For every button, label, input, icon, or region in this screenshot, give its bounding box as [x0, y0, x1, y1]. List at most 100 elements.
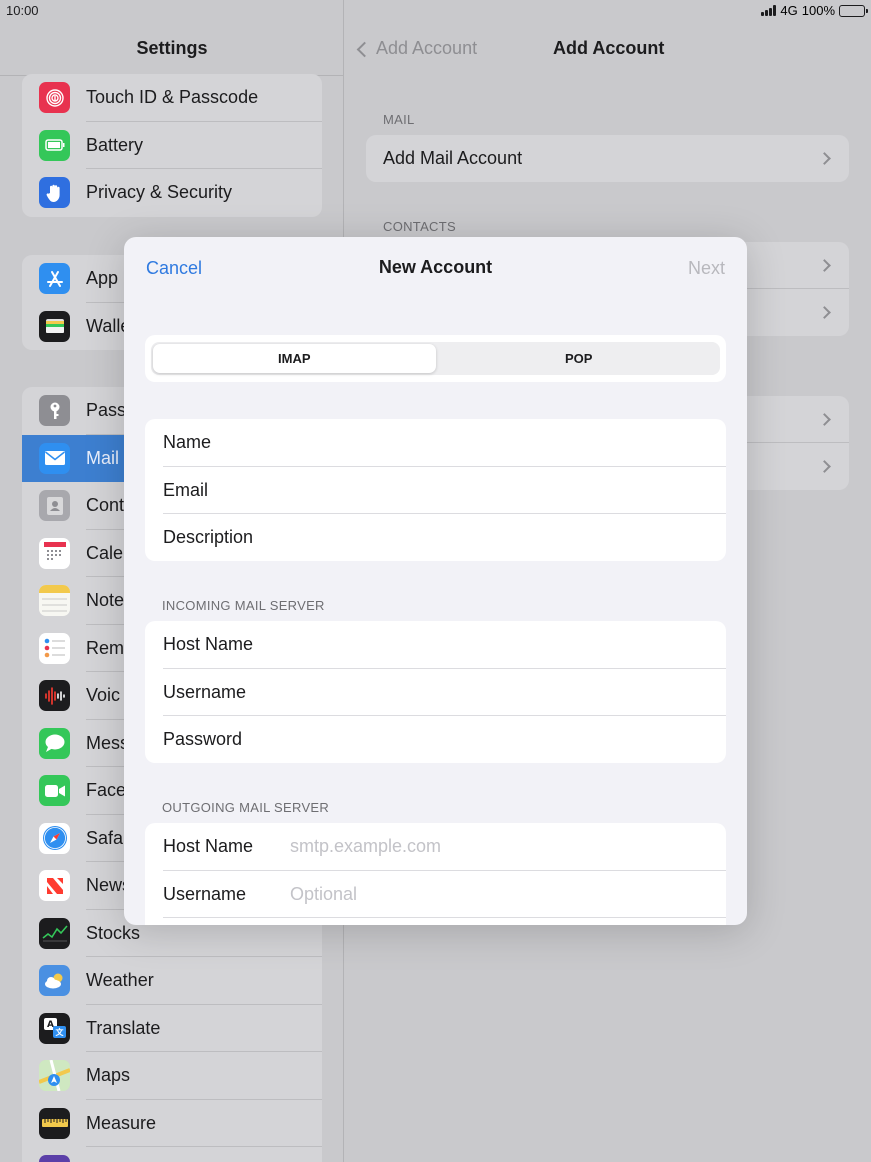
calendar-icon — [39, 537, 70, 569]
key-icon — [39, 395, 70, 426]
sidebar-item-translate[interactable]: A文 Translate — [22, 1005, 322, 1052]
incoming-password-label: Password — [163, 729, 243, 750]
battery-percent: 100% — [801, 3, 835, 18]
sheet-title: New Account — [378, 257, 493, 277]
incoming-username-row[interactable]: Username — [145, 669, 726, 716]
account-info-group: Name Email Description — [145, 419, 726, 561]
sidebar-item-label: Battery — [86, 134, 144, 155]
incoming-password-row[interactable]: Password — [145, 716, 726, 763]
description-field-label: Description — [163, 527, 254, 548]
sidebar-item-label: Weather — [86, 970, 154, 991]
mail-group: Add Mail Account — [366, 135, 849, 182]
outgoing-username-row: Username — [145, 871, 726, 918]
sidebar-item-label: Face — [86, 780, 127, 801]
messages-icon — [39, 727, 70, 759]
sidebar-item-partial[interactable] — [22, 1147, 322, 1162]
next-button[interactable]: Next — [688, 258, 725, 279]
email-field-row[interactable]: Email — [145, 467, 726, 514]
sidebar-item-touch-id[interactable]: Touch ID & Passcode — [22, 74, 322, 122]
outgoing-username-input[interactable] — [290, 883, 708, 905]
wallet-icon — [39, 310, 70, 342]
account-type-segment-container: IMAP POP — [145, 335, 726, 382]
add-mail-account-row[interactable]: Add Mail Account — [366, 135, 849, 182]
svg-text:A: A — [47, 1020, 54, 1030]
sidebar-item-label: Measure — [86, 1112, 157, 1133]
sidebar-item-label: Translate — [86, 1017, 161, 1038]
email-field-label: Email — [163, 479, 209, 500]
measure-icon — [39, 1107, 70, 1139]
name-field-row[interactable]: Name — [145, 419, 726, 467]
sidebar-item-label: Safa — [86, 827, 124, 848]
sidebar-item-battery[interactable]: Battery — [22, 122, 322, 169]
sidebar-item-label: Touch ID & Passcode — [86, 87, 259, 108]
sidebar-item-label: Cont — [86, 495, 125, 516]
network-label: 4G — [780, 3, 798, 18]
sidebar-item-label: Stocks — [86, 922, 141, 943]
battery-icon — [39, 129, 70, 161]
back-button[interactable]: Add Account — [356, 38, 478, 59]
segment-imap[interactable]: IMAP — [153, 344, 436, 373]
app-icon — [39, 1155, 70, 1162]
translate-icon: A文 — [39, 1012, 70, 1044]
account-type-segmented-control: IMAP POP — [151, 342, 720, 375]
stocks-icon — [39, 917, 70, 949]
name-field-label: Name — [163, 432, 212, 453]
incoming-server-group: Host Name Username Password — [145, 621, 726, 763]
back-button-label: Add Account — [376, 38, 478, 58]
incoming-username-label: Username — [163, 681, 247, 702]
news-icon — [39, 870, 70, 901]
mail-icon — [39, 442, 70, 474]
sidebar-item-label: Note — [86, 590, 125, 611]
new-account-sheet: New Account Cancel Next IMAP POP Name Em… — [124, 237, 747, 925]
sidebar-item-label: Cale — [86, 542, 124, 563]
section-header-incoming: INCOMING MAIL SERVER — [162, 598, 325, 613]
sidebar-item-label: Voic — [86, 685, 121, 706]
outgoing-host-input[interactable] — [290, 836, 708, 858]
chevron-right-icon — [818, 413, 831, 426]
outgoing-host-row: Host Name — [145, 823, 726, 871]
sidebar-item-label: Rem — [86, 637, 125, 658]
sidebar-item-measure[interactable]: Measure — [22, 1100, 322, 1147]
maps-icon — [39, 1060, 70, 1091]
section-header-contacts: CONTACTS — [383, 219, 456, 234]
sidebar-item-label: Pass — [86, 400, 127, 421]
sidebar-item-label: Privacy & Security — [86, 182, 233, 203]
svg-text:文: 文 — [55, 1027, 64, 1037]
sidebar-item-maps[interactable]: Maps — [22, 1052, 322, 1100]
facetime-icon — [39, 775, 70, 806]
outgoing-username-label: Username — [163, 883, 247, 904]
section-header-mail: MAIL — [383, 112, 415, 127]
page-title: Add Account — [553, 38, 665, 58]
status-time: 10:00 — [6, 3, 39, 18]
sidebar-item-weather[interactable]: Weather — [22, 957, 322, 1005]
signal-icon — [761, 5, 777, 16]
sidebar-item-label: App — [86, 268, 119, 289]
segment-pop[interactable]: POP — [438, 342, 721, 375]
outgoing-server-group: Host Name Username — [145, 823, 726, 925]
chevron-right-icon — [818, 259, 831, 272]
section-header-outgoing: OUTGOING MAIL SERVER — [162, 800, 330, 815]
cancel-button[interactable]: Cancel — [146, 258, 202, 279]
status-bar: 10:00 4G 100% — [0, 0, 871, 22]
weather-icon — [39, 965, 70, 996]
touch-id-icon — [39, 82, 70, 113]
status-indicators: 4G 100% — [761, 3, 868, 18]
battery-status-icon — [839, 4, 868, 17]
sidebar-group-security: Touch ID & Passcode Battery Privacy & Se… — [22, 74, 322, 217]
chevron-left-icon — [356, 41, 373, 57]
voice-memos-icon — [39, 680, 70, 711]
hand-icon — [39, 177, 70, 208]
sidebar-item-label: Mail — [86, 447, 120, 468]
chevron-right-icon — [818, 306, 831, 319]
app-store-icon — [39, 263, 70, 294]
incoming-host-row[interactable]: Host Name — [145, 621, 726, 669]
description-field-row[interactable]: Description — [145, 514, 726, 561]
notes-icon — [39, 585, 70, 616]
safari-icon — [39, 822, 70, 854]
chevron-right-icon — [818, 152, 831, 165]
chevron-right-icon — [818, 460, 831, 473]
incoming-host-label: Host Name — [163, 634, 254, 655]
add-mail-account-label: Add Mail Account — [383, 148, 523, 168]
outgoing-host-label: Host Name — [163, 836, 254, 857]
sidebar-item-privacy[interactable]: Privacy & Security — [22, 169, 322, 217]
